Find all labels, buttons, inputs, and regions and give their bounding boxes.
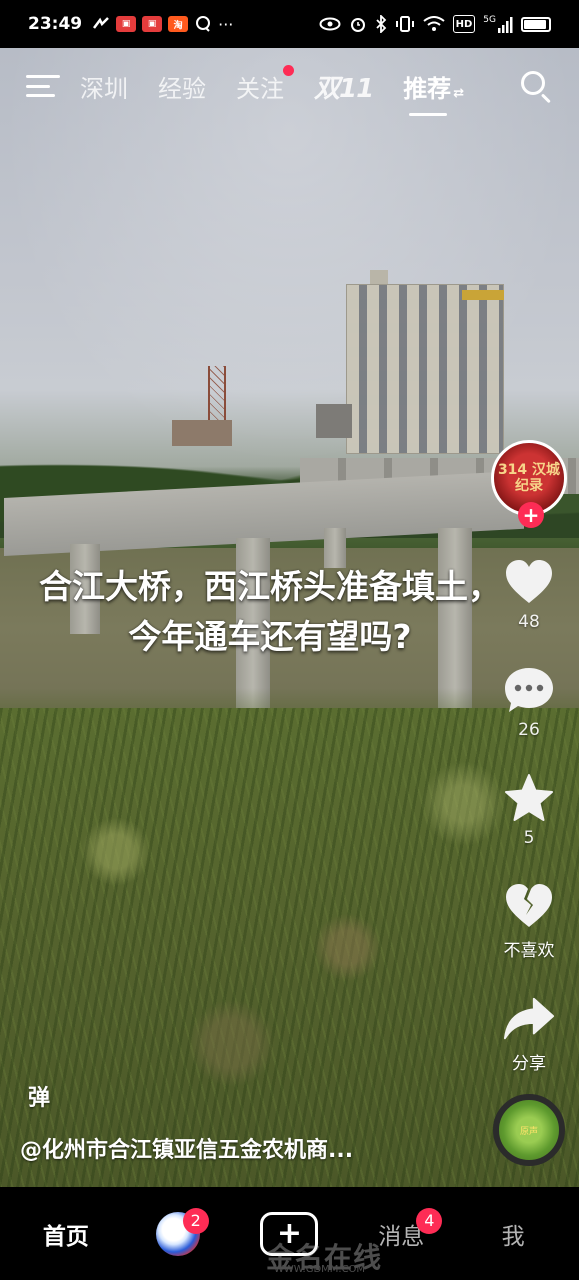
follow-button[interactable]: + [518,502,544,528]
video-caption: 合江大桥，西江桥头准备填土，今年通车还有望吗? [39,567,501,656]
share-icon [503,993,555,1045]
menu-icon[interactable] [26,72,60,100]
like-button[interactable]: 48 [503,556,555,632]
vibrate-icon [395,15,415,33]
video-building-sign [462,290,504,300]
favorite-button[interactable]: 5 [503,772,555,848]
nav-home[interactable]: 首页 [21,1204,111,1264]
tab-recommend[interactable]: 推荐 ⇄ [403,69,465,116]
signal-swoosh-icon [92,15,110,33]
nav-me[interactable]: 我 [468,1204,558,1264]
app-notification-icon: ▣ [142,16,163,32]
cell-signal-icon: 5G [483,15,513,33]
author-name[interactable]: @化州市合江镇亚信五金农机商... [20,1132,353,1164]
broken-heart-icon [503,880,555,932]
action-rail: 314 汉城纪录 + 48 26 5 不喜欢 分享 [488,440,570,1074]
wifi-icon [423,15,445,33]
search-icon[interactable] [519,69,553,104]
music-disc-text: 原声 [519,1126,538,1137]
alarm-icon [349,15,367,33]
tab-following-label: 关注 [236,74,284,103]
taobao-icon: 淘 [168,16,189,32]
more-icon: ··· [218,14,234,34]
dislike-button[interactable]: 不喜欢 [503,880,555,961]
bluetooth-icon [375,15,387,33]
like-count: 48 [518,612,540,632]
app-notification-icon: ▣ [116,16,137,32]
tab-double11[interactable]: 双11 [314,68,374,105]
share-button[interactable]: 分享 [503,993,555,1074]
nav-tabs: 深圳 经验 关注 双11 推荐 ⇄ [80,64,465,116]
heart-icon [503,556,555,608]
music-disc[interactable]: 原声 [493,1094,565,1166]
swap-icon: ⇄ [453,85,465,101]
tab-recommend-label: 推荐 [403,74,452,103]
comment-count: 26 [518,720,540,740]
dislike-label: 不喜欢 [503,941,555,961]
share-label: 分享 [512,1054,546,1074]
comment-button[interactable]: 26 [503,664,555,740]
watermark: 金名在线 WWW.GDMM.COM [196,1236,406,1276]
danmu-toggle[interactable]: 弹 [28,1080,50,1112]
comment-icon [503,664,555,716]
eye-icon [319,15,341,33]
hd-badge: HD [452,15,476,33]
tab-shenzhen[interactable]: 深圳 [80,69,128,104]
status-bar: 23:49 ▣ ▣ 淘 ··· HD 5G [0,0,579,48]
top-nav: 深圳 经验 关注 双11 推荐 ⇄ [0,56,579,116]
battery-icon [521,16,551,32]
messages-badge: 4 [416,1207,443,1234]
active-tab-underline [409,112,448,116]
watermark-url: WWW.GDMM.COM [274,1264,366,1275]
notification-dot [283,64,294,76]
author-avatar-wrap[interactable]: 314 汉城纪录 + [491,440,567,528]
network-type: 5G [483,15,496,25]
video-tower [208,366,226,428]
live-badge: 2 [182,1207,209,1234]
chat-icon [194,15,212,33]
battery-fill [524,19,546,29]
star-icon [503,772,555,824]
status-time: 23:49 [28,14,83,34]
favorite-count: 5 [523,828,535,848]
tab-following[interactable]: 关注 [236,64,294,104]
tab-experience[interactable]: 经验 [158,69,206,104]
